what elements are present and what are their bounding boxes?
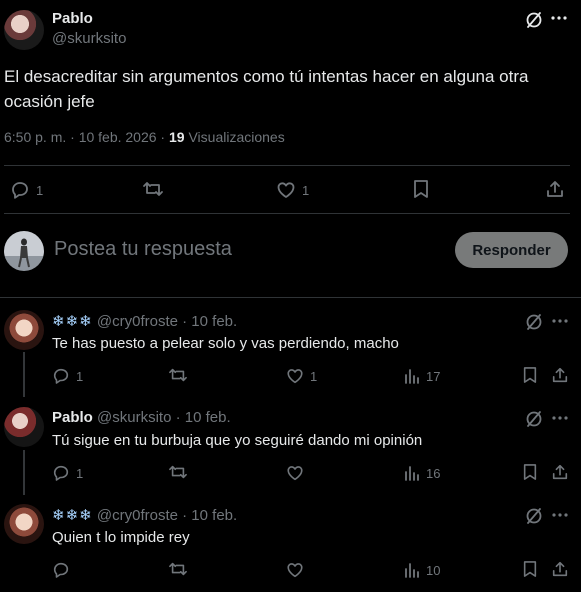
reply-action[interactable]: 1 xyxy=(52,464,83,482)
handle-date[interactable]: @skurksito · 10 feb. xyxy=(97,409,231,426)
views-action[interactable]: 16 xyxy=(404,464,440,482)
reply-header: ❄❄❄ @cry0froste · 10 feb. xyxy=(52,312,237,330)
bookmark-icon[interactable] xyxy=(522,463,538,481)
handle-date[interactable]: @cry0froste · 10 feb. xyxy=(97,313,237,330)
heart-icon xyxy=(286,464,304,482)
reply-icon xyxy=(52,464,70,482)
views-action[interactable]: 17 xyxy=(404,367,440,385)
divider xyxy=(0,297,581,298)
reply-header: Pablo @skurksito · 10 feb. xyxy=(52,409,231,426)
views-count: 19 xyxy=(169,129,185,145)
thread-line xyxy=(23,352,25,397)
heart-icon xyxy=(286,561,304,579)
views-icon xyxy=(404,464,420,482)
avatar[interactable] xyxy=(4,504,44,544)
like-count: 1 xyxy=(310,368,318,384)
grok-icon[interactable] xyxy=(524,506,544,526)
reply-header: ❄❄❄ @cry0froste · 10 feb. xyxy=(52,506,237,524)
views-count: 10 xyxy=(426,562,441,578)
grok-icon[interactable] xyxy=(524,312,544,332)
views-label: Visualizaciones xyxy=(188,129,285,145)
share-icon[interactable] xyxy=(551,366,569,384)
author-name[interactable]: ❄❄❄ xyxy=(52,313,93,330)
reply-text: Quien t lo impide rey xyxy=(52,529,190,546)
post-meta: 6:50 p. m. · 10 feb. 2026 · 19 Visualiza… xyxy=(4,129,285,145)
divider xyxy=(4,165,570,166)
reply-action[interactable]: 1 xyxy=(52,367,83,385)
reply-count: 1 xyxy=(36,182,44,198)
like-action[interactable]: 1 xyxy=(286,367,317,385)
reply-text: Te has puesto a pelear solo y vas perdie… xyxy=(52,335,399,352)
repost-icon[interactable] xyxy=(168,463,188,481)
grok-icon[interactable] xyxy=(524,10,544,30)
repost-icon[interactable] xyxy=(142,179,164,199)
share-icon[interactable] xyxy=(545,179,565,199)
share-icon[interactable] xyxy=(551,560,569,578)
reply-text: Tú sigue en tu burbuja que yo seguiré da… xyxy=(52,432,423,449)
reply-icon xyxy=(52,367,70,385)
share-icon[interactable] xyxy=(551,463,569,481)
reply-submit-button[interactable]: Responder xyxy=(455,232,568,268)
author-name[interactable]: Pablo xyxy=(52,10,93,27)
more-icon[interactable] xyxy=(551,511,569,519)
handle-date[interactable]: @cry0froste · 10 feb. xyxy=(97,507,237,524)
thread-line xyxy=(23,450,25,495)
like-count: 1 xyxy=(302,182,310,198)
heart-icon xyxy=(276,180,296,200)
reply-action[interactable] xyxy=(52,561,76,579)
avatar[interactable] xyxy=(4,310,44,350)
grok-icon[interactable] xyxy=(524,409,544,429)
author-name[interactable]: Pablo xyxy=(52,409,93,426)
reply-icon xyxy=(52,561,70,579)
reply-action[interactable]: 1 xyxy=(10,180,43,200)
post-text-line-1: El desacreditar sin argumentos como tú i… xyxy=(4,67,529,86)
avatar[interactable] xyxy=(4,407,44,447)
like-action[interactable] xyxy=(286,464,310,482)
like-action[interactable] xyxy=(286,561,310,579)
heart-icon xyxy=(286,367,304,385)
more-icon[interactable] xyxy=(550,14,568,22)
author-avatar[interactable] xyxy=(4,10,44,50)
post-text: El desacreditar sin argumentos como tú i… xyxy=(4,64,574,114)
reply-input[interactable]: Postea tu respuesta xyxy=(54,238,232,261)
post-time[interactable]: 6:50 p. m. · 10 feb. 2026 · xyxy=(4,129,165,145)
repost-icon[interactable] xyxy=(168,366,188,384)
reply-count: 1 xyxy=(76,368,84,384)
reply-icon xyxy=(10,180,30,200)
author-name[interactable]: ❄❄❄ xyxy=(52,507,93,524)
more-icon[interactable] xyxy=(551,317,569,325)
post-text-line-2: ocasión jefe xyxy=(4,92,95,111)
my-avatar[interactable] xyxy=(4,231,44,271)
views-icon xyxy=(404,561,420,579)
bookmark-icon[interactable] xyxy=(522,366,538,384)
repost-icon[interactable] xyxy=(168,560,188,578)
views-icon xyxy=(404,367,420,385)
author-handle[interactable]: @skurksito xyxy=(52,30,126,47)
reply-count: 1 xyxy=(76,465,84,481)
divider xyxy=(4,213,570,214)
bookmark-icon[interactable] xyxy=(522,560,538,578)
views-count: 16 xyxy=(426,465,441,481)
views-action[interactable]: 10 xyxy=(404,561,440,579)
views-count: 17 xyxy=(426,368,441,384)
like-action[interactable]: 1 xyxy=(276,180,309,200)
bookmark-icon[interactable] xyxy=(412,179,430,199)
more-icon[interactable] xyxy=(551,414,569,422)
